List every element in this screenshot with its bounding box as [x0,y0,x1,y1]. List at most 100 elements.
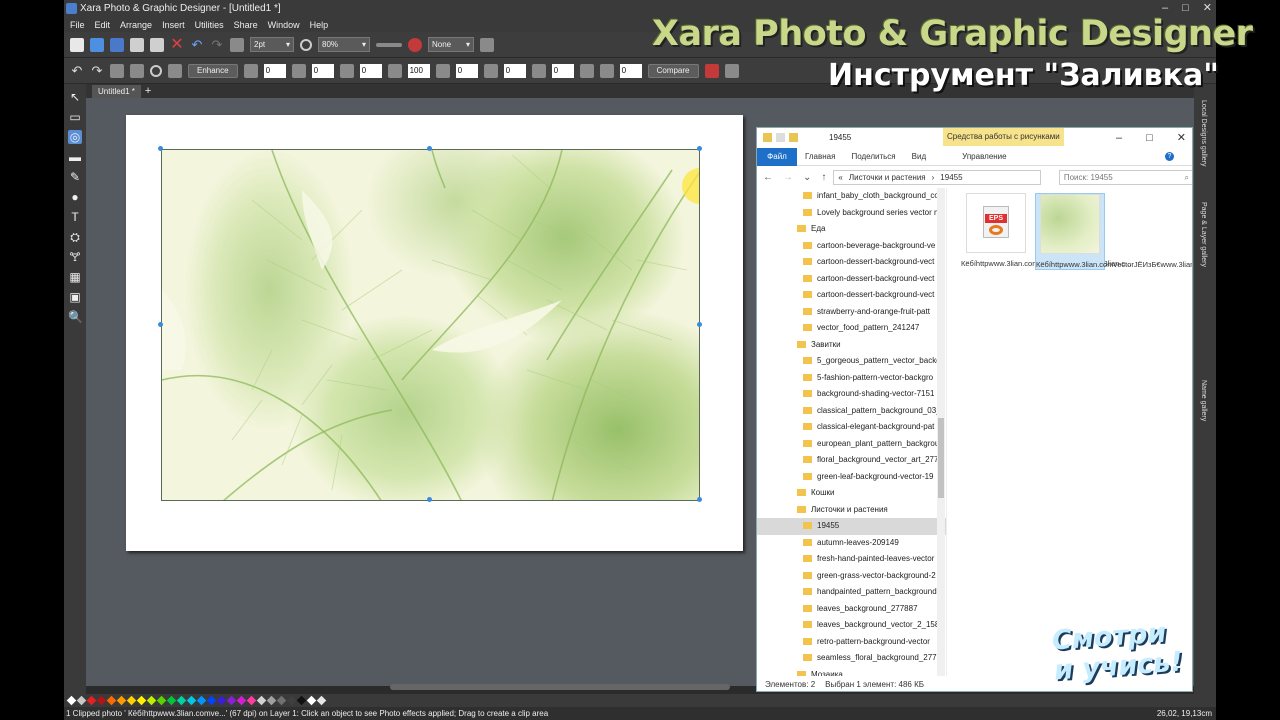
help-icon[interactable]: ? [1165,152,1174,161]
tree-scrollbar[interactable] [937,188,945,676]
pen-tool-icon[interactable]: ✎ [68,170,82,184]
color-swatch[interactable] [256,695,267,706]
compare-button[interactable]: Compare [647,63,699,78]
ribbon-share-tab[interactable]: Поделиться [851,152,895,161]
tree-folder[interactable]: european_plant_pattern_backgrou [757,436,946,453]
horizontal-scrollbar[interactable] [390,684,730,690]
tree-folder[interactable]: fresh-hand-painted-leaves-vector [757,551,946,568]
color-swatch[interactable] [296,695,307,706]
frame-field[interactable]: 0 [619,63,642,78]
tree-folder[interactable]: classical-elegant-background-pat [757,419,946,436]
local-designs-gallery-tab[interactable]: Local Designs gallery [1200,100,1207,167]
text-tool-icon[interactable]: T [68,210,82,224]
tree-scrollbar-thumb[interactable] [938,418,944,498]
redo-icon[interactable]: ↷ [210,37,224,52]
temperature-field[interactable]: 0 [455,63,478,78]
brightness-field[interactable]: 0 [263,63,286,78]
tree-folder[interactable]: Lovely background series vector m [757,205,946,222]
fill-tool-icon[interactable]: ⛭ [68,230,82,244]
tree-folder[interactable]: seamless_floral_background_2777 [757,650,946,667]
ribbon-home-tab[interactable]: Главная [805,152,835,161]
color-swatch[interactable] [126,695,137,706]
next-icon[interactable] [130,63,144,78]
path-overflow[interactable]: « [838,171,842,184]
transparency-tool-icon[interactable]: 🝖 [68,250,82,264]
file-explorer-window[interactable]: 19455 Средства работы с рисунками – □ ✕ … [756,127,1193,692]
menu-file[interactable]: File [70,20,85,30]
tree-folder[interactable]: autumn-leaves-209149 [757,535,946,552]
tree-folder[interactable]: cartoon-dessert-background-vect [757,254,946,271]
tree-folder[interactable]: 5-fashion-pattern-vector-backgro [757,370,946,387]
selector-tool-icon[interactable]: ↖ [68,90,82,104]
clipped-photo[interactable] [161,149,700,501]
folder-icon[interactable] [763,133,772,142]
selection-handle[interactable] [697,322,702,327]
zoom-tool-icon[interactable]: 🔍 [68,310,83,324]
file-item-jpg[interactable]: Кёбíhttpwww.3lian.comvectorЈЁИзБ€www.3li… [1035,193,1192,270]
photo-tools-icon[interactable] [724,63,739,78]
tree-folder[interactable]: cartoon-dessert-background-vect [757,287,946,304]
color-swatch[interactable] [246,695,257,706]
color-swatch[interactable] [116,695,127,706]
color-swatch[interactable] [76,695,87,706]
tree-folder[interactable]: handpainted_pattern_background [757,584,946,601]
tree-folder[interactable]: leaves_background_277887 [757,601,946,618]
tree-folder[interactable]: vector_food_pattern_241247 [757,320,946,337]
tree-folder-group[interactable]: Завитки [757,337,946,354]
properties-icon[interactable] [776,133,785,142]
tree-folder[interactable]: cartoon-dessert-background-vect [757,271,946,288]
eraser-tool-icon[interactable]: ▬ [68,150,82,164]
explorer-close-button[interactable]: ✕ [1177,128,1186,148]
selection-handle[interactable] [697,497,702,502]
tree-folder[interactable]: floral_background_vector_art_277 [757,452,946,469]
tree-folder[interactable]: green-grass-vector-background-2 [757,568,946,585]
address-bar[interactable]: « Листочки и растения › 19455 [833,169,1041,185]
selection-handle[interactable] [158,146,163,151]
rotate-right-icon[interactable]: ↷ [90,63,104,78]
page-layer-gallery-tab[interactable]: Page & Layer gallery [1200,202,1207,267]
color-field[interactable]: 0 [503,63,526,78]
delete-icon[interactable]: ✕ [170,36,184,52]
menu-insert[interactable]: Insert [162,20,185,30]
selection-handle[interactable] [158,322,163,327]
menu-edit[interactable]: Edit [95,20,111,30]
document-tab[interactable]: Untitled1 * [92,84,141,98]
back-arrow-icon[interactable]: ← [763,172,773,183]
copy-icon[interactable] [130,37,144,52]
color-swatch[interactable] [156,695,167,706]
menu-utilities[interactable]: Utilities [195,20,224,30]
path-current[interactable]: 19455 [940,171,962,184]
color-swatch[interactable] [176,695,187,706]
tree-folder[interactable]: 5_gorgeous_pattern_vector_backg [757,353,946,370]
fill-select[interactable]: None ▾ [428,37,474,52]
zoom-icon[interactable] [300,38,312,51]
tree-folder[interactable]: infant_baby_cloth_background_co [757,188,946,205]
add-tab-button[interactable]: + [145,85,151,97]
color-swatch[interactable] [146,695,157,706]
color-swatch[interactable] [86,695,97,706]
navigation-tree[interactable]: infant_baby_cloth_background_co Lovely ba… [757,188,947,676]
frame-tool-icon[interactable]: ▣ [68,290,82,304]
fit-100-icon[interactable] [168,63,182,78]
line-width-select[interactable]: 2pt ▾ [250,37,294,52]
color-swatch[interactable] [316,695,327,706]
color-swatch[interactable] [286,695,297,706]
photo-tool-icon[interactable]: ◎ [68,130,82,144]
color-swatch[interactable] [166,695,177,706]
tree-folder[interactable]: green-leaf-background-vector-19 [757,469,946,486]
name-gallery-tab[interactable]: Name gallery [1200,380,1207,421]
ribbon-manage-tab[interactable]: Управление [962,152,1006,161]
file-item-eps[interactable]: EPS Кёбíhttpwww.3lian.comvectorЈЁИзБ€www… [961,193,1131,268]
line-style-icon[interactable] [376,42,402,47]
menu-window[interactable]: Window [268,20,300,30]
tree-folder-group[interactable]: Листочки и растения [757,502,946,519]
color-swatch[interactable] [276,695,287,706]
exposure-field[interactable]: 0 [551,63,574,78]
color-swatch[interactable] [236,695,247,706]
forward-arrow-icon[interactable]: → [783,172,793,183]
play-icon[interactable] [599,63,614,78]
color-swatch[interactable] [206,695,217,706]
transform-icon[interactable] [230,37,244,52]
prev-icon[interactable] [110,63,124,78]
explorer-minimize-button[interactable]: – [1116,128,1122,148]
